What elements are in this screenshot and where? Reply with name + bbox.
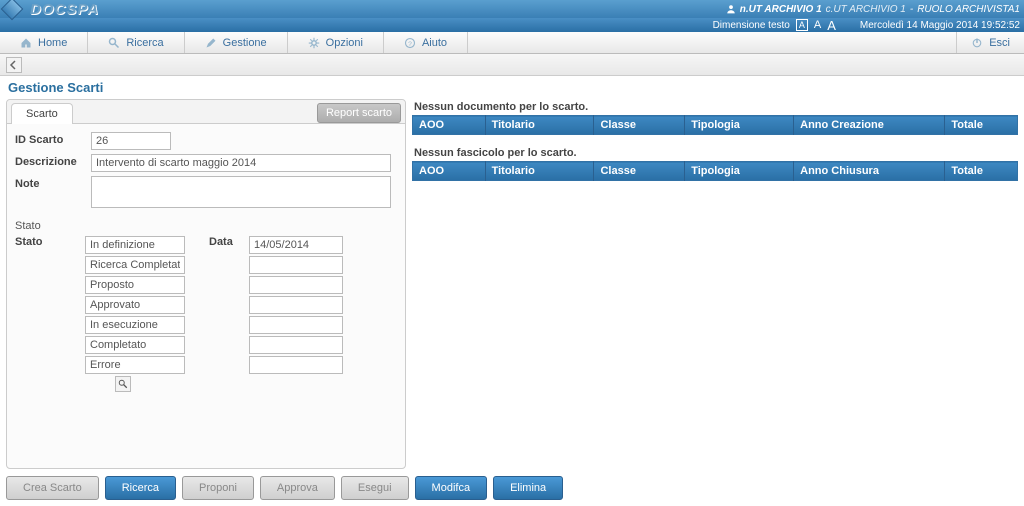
doc-th-anno[interactable]: Anno Creazione	[794, 116, 945, 135]
fascicoli-table-title: Nessun fascicolo per lo scarto.	[412, 145, 1018, 161]
text-size-medium[interactable]: A	[814, 19, 821, 31]
doc-th-tipologia[interactable]: Tipologia	[685, 116, 794, 135]
menu-ricerca[interactable]: Ricerca	[88, 32, 184, 53]
menu-gestione[interactable]: Gestione	[185, 32, 288, 53]
data-field-6[interactable]	[249, 356, 343, 374]
stato-col-label: Stato	[15, 236, 85, 248]
stato-field-0[interactable]	[85, 236, 185, 254]
data-field-0[interactable]	[249, 236, 343, 254]
proponi-button[interactable]: Proponi	[182, 476, 254, 500]
stato-field-2[interactable]	[85, 276, 185, 294]
text-size-small[interactable]: A	[796, 19, 808, 31]
app-logo-gem	[1, 0, 24, 20]
help-icon: ?	[404, 37, 416, 49]
stato-field-5[interactable]	[85, 336, 185, 354]
fasc-th-titolario[interactable]: Titolario	[485, 162, 594, 181]
id-scarto-input[interactable]	[91, 132, 171, 150]
page-title: Gestione Scarti	[0, 76, 1024, 99]
power-icon	[971, 37, 983, 49]
fasc-th-classe[interactable]: Classe	[594, 162, 685, 181]
user-archive-b: c.UT ARCHIVIO 1	[826, 4, 906, 15]
menu-aiuto-label: Aiuto	[422, 37, 447, 49]
magnifier-icon	[118, 379, 128, 389]
note-label: Note	[15, 176, 85, 190]
user-icon	[726, 4, 736, 14]
header-datetime: Mercoledì 14 Maggio 2014 19:52:52	[860, 20, 1020, 31]
note-textarea[interactable]	[91, 176, 391, 208]
menu-opzioni-label: Opzioni	[326, 37, 363, 49]
menu-gestione-label: Gestione	[223, 37, 267, 49]
stato-field-6[interactable]	[85, 356, 185, 374]
esegui-button[interactable]: Esegui	[341, 476, 409, 500]
menu-opzioni[interactable]: Opzioni	[288, 32, 384, 53]
descrizione-input[interactable]	[91, 154, 391, 172]
user-role: RUOLO ARCHIVISTA1	[917, 4, 1020, 15]
documents-table-title: Nessun documento per lo scarto.	[412, 99, 1018, 115]
id-scarto-label: ID Scarto	[15, 132, 85, 146]
menu-home-label: Home	[38, 37, 67, 49]
stato-field-3[interactable]	[85, 296, 185, 314]
fasc-th-anno[interactable]: Anno Chiusura	[794, 162, 945, 181]
svg-text:?: ?	[408, 41, 412, 48]
user-archive-a: n.UT ARCHIVIO 1	[740, 4, 822, 15]
text-size-large[interactable]: A	[827, 18, 836, 33]
approva-button[interactable]: Approva	[260, 476, 335, 500]
crea-scarto-button[interactable]: Crea Scarto	[6, 476, 99, 500]
descrizione-label: Descrizione	[15, 154, 85, 168]
stato-field-1[interactable]	[85, 256, 185, 274]
pencil-icon	[205, 37, 217, 49]
main-menu: Home Ricerca Gestione Opzioni ? Aiuto Es…	[0, 32, 1024, 54]
doc-th-aoo[interactable]: AOO	[413, 116, 486, 135]
gear-icon	[308, 37, 320, 49]
data-field-1[interactable]	[249, 256, 343, 274]
documents-table: AOO Titolario Classe Tipologia Anno Crea…	[412, 115, 1018, 135]
elimina-button[interactable]: Elimina	[493, 476, 563, 500]
menu-aiuto[interactable]: ? Aiuto	[384, 32, 468, 53]
home-icon	[20, 37, 32, 49]
doc-th-classe[interactable]: Classe	[594, 116, 685, 135]
tab-scarto[interactable]: Scarto	[11, 103, 73, 124]
search-icon	[108, 37, 120, 49]
text-size-label: Dimensione testo	[713, 20, 790, 31]
footer-toolbar: Crea Scarto Ricerca Proponi Approva Eseg…	[0, 474, 1024, 502]
fascicoli-table: AOO Titolario Classe Tipologia Anno Chiu…	[412, 161, 1018, 181]
stato-field-4[interactable]	[85, 316, 185, 334]
fasc-th-totale[interactable]: Totale	[945, 162, 1018, 181]
data-col-label: Data	[209, 236, 249, 248]
data-field-2[interactable]	[249, 276, 343, 294]
modifica-button[interactable]: Modifca	[415, 476, 488, 500]
menu-ricerca-label: Ricerca	[126, 37, 163, 49]
data-field-3[interactable]	[249, 296, 343, 314]
app-logo-text: DOCSPA	[22, 1, 99, 18]
fasc-th-tipologia[interactable]: Tipologia	[685, 162, 794, 181]
stato-search-button[interactable]	[115, 376, 131, 392]
data-field-5[interactable]	[249, 336, 343, 354]
fasc-th-aoo[interactable]: AOO	[413, 162, 486, 181]
back-arrow-icon	[9, 60, 19, 70]
doc-th-titolario[interactable]: Titolario	[485, 116, 594, 135]
report-scarto-button[interactable]: Report scarto	[317, 103, 401, 123]
menu-esci-label: Esci	[989, 37, 1010, 49]
menu-esci[interactable]: Esci	[956, 32, 1024, 53]
doc-th-totale[interactable]: Totale	[945, 116, 1018, 135]
back-button[interactable]	[6, 57, 22, 73]
ricerca-button[interactable]: Ricerca	[105, 476, 176, 500]
data-field-4[interactable]	[249, 316, 343, 334]
stato-section-header: Stato	[15, 218, 397, 234]
menu-home[interactable]: Home	[0, 32, 88, 53]
